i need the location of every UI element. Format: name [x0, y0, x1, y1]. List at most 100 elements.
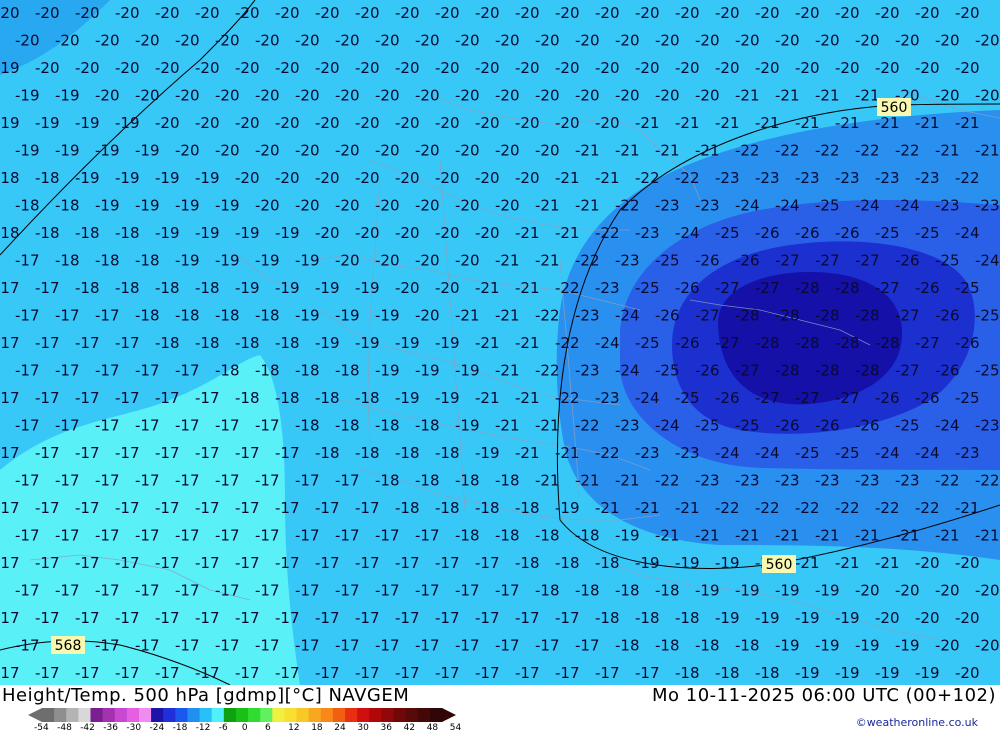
- temperature-label: -20: [375, 32, 400, 50]
- temperature-label: -19: [35, 114, 60, 132]
- temperature-label: -20: [355, 114, 380, 132]
- temperature-label: -17: [135, 417, 160, 435]
- temperature-label: -23: [955, 444, 980, 462]
- temperature-label: -17: [575, 637, 600, 655]
- temperature-label: -20: [435, 59, 460, 77]
- temperature-label: -18: [435, 499, 460, 517]
- temperature-label: -20: [335, 252, 360, 270]
- temperature-label: -20: [315, 169, 340, 187]
- temperature-label: -17: [555, 664, 580, 682]
- temperature-label: -17: [475, 609, 500, 627]
- temperature-label: -17: [275, 554, 300, 572]
- temperature-label: -25: [955, 279, 980, 297]
- temperature-label: -20: [515, 59, 540, 77]
- temperature-label: -18: [395, 499, 420, 517]
- temperature-label: -20: [295, 197, 320, 215]
- temperature-label: -17: [295, 637, 320, 655]
- temperature-label: -20: [575, 87, 600, 105]
- temperature-label: -18: [315, 444, 340, 462]
- scale-label: 48: [426, 723, 439, 733]
- temperature-label: -17: [195, 389, 220, 407]
- credit-link[interactable]: ©weatheronline.co.uk: [856, 716, 978, 729]
- temperature-label: -17: [35, 664, 60, 682]
- temperature-label: -17: [115, 499, 140, 517]
- temperature-label: -18: [0, 224, 20, 242]
- temperature-label: -20: [115, 59, 140, 77]
- temperature-label: -20: [415, 307, 440, 325]
- temperature-label: -17: [15, 417, 40, 435]
- temperature-label: -20: [235, 4, 260, 22]
- temperature-label: -22: [655, 472, 680, 490]
- scale-swatch: [260, 708, 273, 722]
- temperature-label: -20: [395, 59, 420, 77]
- temperature-label: -21: [535, 472, 560, 490]
- scale-swatch: [78, 708, 91, 722]
- temperature-label: -22: [555, 334, 580, 352]
- map-title: Height/Temp. 500 hPa [gdmp][°C] NAVGEM: [2, 685, 410, 706]
- temperature-label: -17: [95, 637, 120, 655]
- scale-swatch: [369, 708, 382, 722]
- temperature-label: -17: [55, 582, 80, 600]
- temperature-label: -22: [715, 499, 740, 517]
- temperature-label: -21: [575, 472, 600, 490]
- temperature-label: -20: [595, 114, 620, 132]
- temperature-label: -23: [615, 252, 640, 270]
- temperature-label: -20: [195, 114, 220, 132]
- temperature-label: -20: [895, 32, 920, 50]
- scale-swatch: [272, 708, 285, 722]
- temperature-label: -17: [255, 582, 280, 600]
- temperature-label: -20: [955, 664, 980, 682]
- temperature-label: -20: [215, 142, 240, 160]
- temperature-label: -24: [615, 307, 640, 325]
- temperature-label: -20: [35, 4, 60, 22]
- temperature-label: -20: [475, 4, 500, 22]
- temperature-label: -17: [215, 582, 240, 600]
- temperature-label: -20: [155, 4, 180, 22]
- temperature-label: -19: [235, 279, 260, 297]
- temperature-label: -20: [295, 87, 320, 105]
- scale-label: -54: [34, 723, 49, 733]
- temperature-label: -20: [435, 279, 460, 297]
- temperature-label: -21: [455, 307, 480, 325]
- scale-swatch: [296, 708, 310, 722]
- temperature-label: -20: [875, 59, 900, 77]
- temperature-label: -17: [295, 527, 320, 545]
- temperature-label: -19: [295, 307, 320, 325]
- temperature-label: -18: [155, 279, 180, 297]
- temperature-label: -21: [695, 527, 720, 545]
- temperature-label: -17: [195, 664, 220, 682]
- temperature-label: -21: [535, 197, 560, 215]
- temperature-label: -24: [955, 224, 980, 242]
- temperature-label: -17: [515, 609, 540, 627]
- temperature-label: -17: [15, 637, 40, 655]
- temperature-label: -26: [815, 417, 840, 435]
- temperature-label: -20: [755, 4, 780, 22]
- temperature-label: -23: [735, 472, 760, 490]
- temperature-label: -20: [835, 59, 860, 77]
- temperature-label: -17: [175, 472, 200, 490]
- temperature-label: -20: [75, 4, 100, 22]
- scale-swatch: [320, 708, 334, 722]
- temperature-label: -20: [515, 4, 540, 22]
- temperature-label: -19: [235, 224, 260, 242]
- temperature-label: -17: [395, 609, 420, 627]
- scale-label: -42: [80, 723, 95, 733]
- temperature-label: -26: [775, 417, 800, 435]
- temperature-label: -18: [55, 197, 80, 215]
- temperature-label: -20: [575, 32, 600, 50]
- temperature-label: -20: [515, 169, 540, 187]
- temperature-label: -27: [795, 389, 820, 407]
- temperature-label: -20: [715, 4, 740, 22]
- temperature-label: -20: [315, 59, 340, 77]
- temperature-label: -17: [195, 444, 220, 462]
- temperature-label: -21: [775, 527, 800, 545]
- temperature-label: -20: [475, 59, 500, 77]
- temperature-label: -17: [595, 664, 620, 682]
- temperature-label: -17: [395, 554, 420, 572]
- temperature-label: -23: [655, 197, 680, 215]
- scale-label: 36: [380, 723, 392, 733]
- temperature-label: -17: [335, 472, 360, 490]
- temperature-label: -19: [155, 224, 180, 242]
- scale-swatch: [393, 708, 407, 722]
- temperature-label: -20: [535, 32, 560, 50]
